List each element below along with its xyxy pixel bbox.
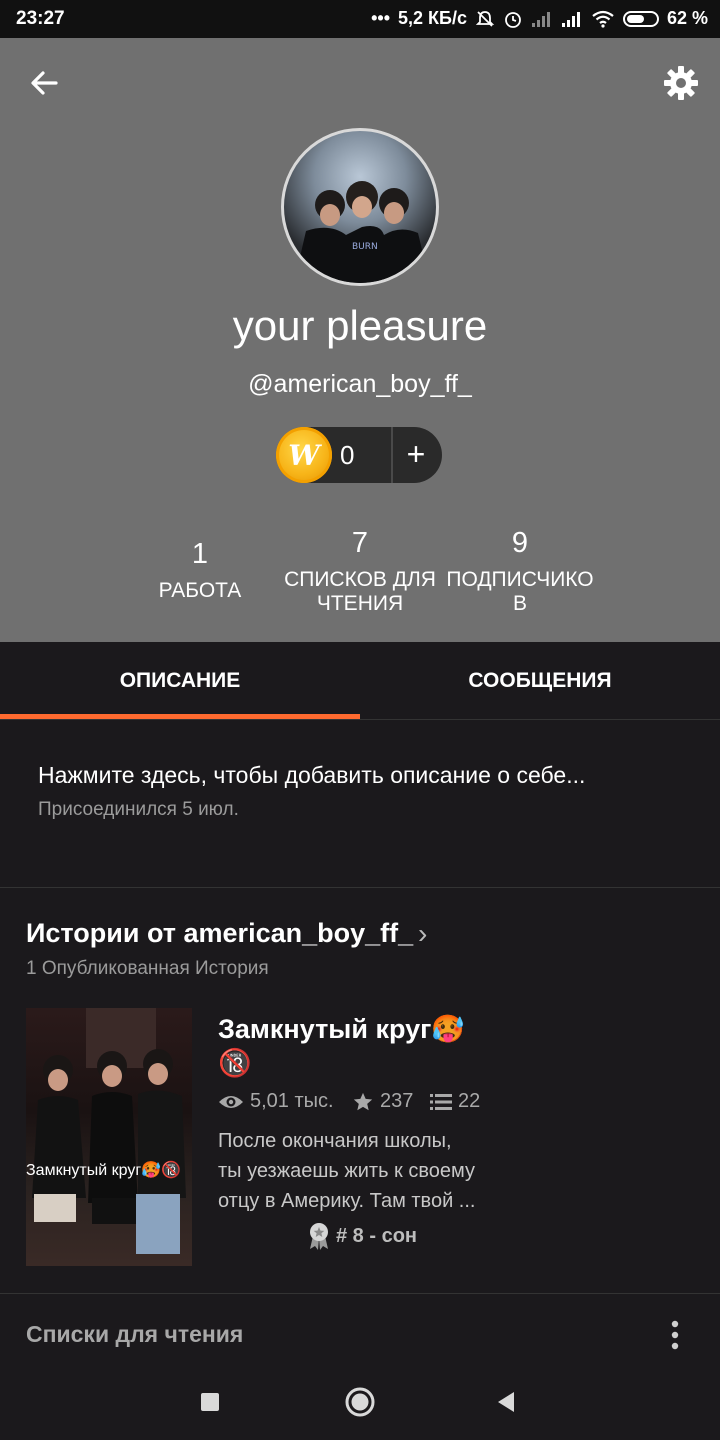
arrow-left-icon	[31, 71, 58, 95]
stat-label-line: ЧТЕНИЯ	[316, 592, 404, 615]
more-vertical-icon	[671, 1320, 679, 1350]
list-icon	[430, 1093, 452, 1110]
recent-apps-button[interactable]	[190, 1382, 230, 1422]
story-title-line: Замкнутый круг🥵	[218, 1014, 465, 1044]
battery-percent: 62 %	[666, 8, 708, 28]
stat-reading-lists[interactable]: 7 СПИСКОВ ДЛЯ ЧТЕНИЯ	[280, 527, 440, 616]
story-title-line: 🔞	[218, 1048, 252, 1078]
cover-photo	[32, 1008, 186, 1254]
add-description-link[interactable]: Нажмите здесь, чтобы добавить описание о…	[38, 762, 585, 789]
username: @american_boy_ff_	[248, 370, 472, 398]
star-icon	[353, 1092, 373, 1110]
triangle-back-icon	[498, 1392, 514, 1412]
stat-label-line: ПОДПИСЧИКО	[446, 568, 594, 591]
divider	[0, 719, 720, 720]
story-title[interactable]: Замкнутый круг🥵 🔞	[218, 1012, 518, 1080]
parts-count: 22	[458, 1090, 481, 1112]
settings-button[interactable]	[658, 60, 704, 106]
stories-count: 1 Опубликованная История	[26, 958, 269, 979]
chevron-right-icon[interactable]: ›	[418, 918, 427, 950]
back-nav-button[interactable]	[486, 1382, 526, 1422]
wifi-icon	[592, 10, 614, 28]
battery-icon	[622, 10, 659, 27]
joined-date: Присоединился 5 июл.	[38, 799, 239, 820]
display-name: your pleasure	[232, 302, 488, 349]
alarm-icon	[505, 11, 521, 28]
tab-messages[interactable]: СООБЩЕНИЯ	[360, 642, 720, 720]
svg-text:BURN: BURN	[352, 242, 378, 252]
stat-followers-value: 9	[511, 527, 529, 559]
votes-stat: 237	[352, 1090, 413, 1119]
stat-works-label: РАБОТА	[158, 579, 242, 602]
coin-icon: W	[276, 427, 332, 483]
eye-icon	[219, 1095, 243, 1108]
back-button[interactable]	[22, 60, 68, 106]
divider	[0, 887, 720, 888]
reading-lists-title[interactable]: Списки для чтения	[26, 1321, 243, 1348]
status-icons: ••• 5,2 КБ/с 62 %	[371, 8, 708, 29]
story-summary[interactable]: После окончания школы, ты уезжаешь жить …	[218, 1126, 528, 1216]
divider	[0, 1293, 720, 1294]
mute-icon	[475, 10, 495, 27]
rank-text: # 8 - сон	[336, 1224, 417, 1247]
stat-reading-lists-label: СПИСКОВ ДЛЯ ЧТЕНИЯ	[280, 568, 440, 616]
stat-label-line: СПИСКОВ ДЛЯ	[284, 568, 436, 591]
stat-followers-label: ПОДПИСЧИКО В	[440, 568, 600, 616]
reads-count: 5,01 тыс.	[250, 1090, 334, 1112]
avatar[interactable]: BURN	[281, 128, 439, 286]
votes-count: 237	[380, 1090, 414, 1112]
dots-icon: •••	[371, 8, 390, 28]
reads-stat: 5,01 тыс.	[218, 1090, 334, 1117]
stat-reading-lists-value: 7	[351, 527, 369, 559]
stat-works-value: 1	[191, 538, 209, 570]
home-button[interactable]	[340, 1382, 380, 1422]
circle-icon	[345, 1387, 375, 1417]
status-time: 23:27	[16, 8, 65, 29]
parts-stat: 22	[430, 1090, 480, 1117]
signal-icon	[561, 11, 580, 27]
more-options-button[interactable]	[662, 1318, 688, 1352]
stat-label-line: В	[512, 592, 527, 615]
summary-line: ты уезжаешь жить к своему	[218, 1160, 475, 1182]
coin-count: 0	[340, 440, 355, 470]
cover-title-text: Замкнутый круг🥵🔞	[26, 1162, 182, 1179]
network-speed: 5,2 КБ/с	[398, 8, 467, 28]
story-cover[interactable]: Замкнутый круг🥵🔞	[26, 1008, 192, 1266]
signal-icon	[531, 11, 550, 27]
summary-line: После окончания школы,	[218, 1130, 452, 1152]
coin-divider	[391, 427, 393, 483]
rank-badge[interactable]: # 8 - сон	[308, 1222, 417, 1250]
avatar-photo: BURN	[294, 181, 430, 283]
summary-line: отцу в Америку. Там твой ...	[218, 1190, 476, 1212]
square-icon	[201, 1393, 219, 1411]
stories-section-title[interactable]: Истории от american_boy_ff_	[26, 918, 413, 949]
ribbon-medal-icon	[310, 1223, 328, 1250]
gear-icon	[664, 66, 698, 100]
stat-works[interactable]: 1 РАБОТА	[120, 538, 280, 603]
tab-description[interactable]: ОПИСАНИЕ	[0, 642, 360, 720]
stat-followers[interactable]: 9 ПОДПИСЧИКО В	[440, 527, 600, 616]
buy-coins-button[interactable]: +	[396, 434, 436, 474]
